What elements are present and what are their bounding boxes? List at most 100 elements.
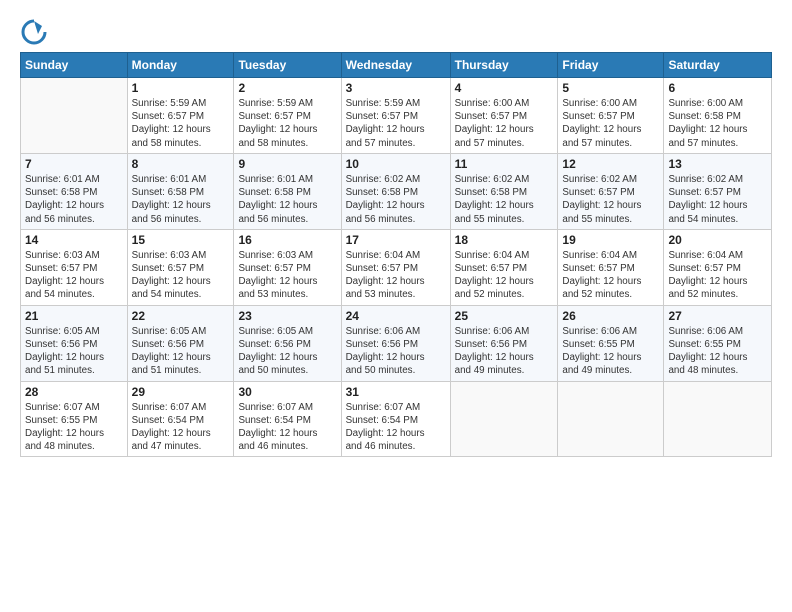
day-number: 25 bbox=[455, 309, 554, 323]
day-info: Sunrise: 6:04 AMSunset: 6:57 PMDaylight:… bbox=[562, 249, 659, 302]
calendar-cell: 24 Sunrise: 6:06 AMSunset: 6:56 PMDayligh… bbox=[341, 305, 450, 381]
day-info: Sunrise: 6:06 AMSunset: 6:55 PMDaylight:… bbox=[668, 325, 767, 378]
day-number: 27 bbox=[668, 309, 767, 323]
day-info: Sunrise: 6:00 AMSunset: 6:58 PMDaylight:… bbox=[668, 97, 767, 150]
calendar-body: 1 Sunrise: 5:59 AMSunset: 6:57 PMDaylight… bbox=[21, 78, 772, 457]
calendar-cell: 6 Sunrise: 6:00 AMSunset: 6:58 PMDaylight… bbox=[664, 78, 772, 154]
day-info: Sunrise: 6:03 AMSunset: 6:57 PMDaylight:… bbox=[238, 249, 336, 302]
calendar-cell: 19 Sunrise: 6:04 AMSunset: 6:57 PMDayligh… bbox=[558, 229, 664, 305]
calendar-cell: 8 Sunrise: 6:01 AMSunset: 6:58 PMDaylight… bbox=[127, 153, 234, 229]
calendar-week-0: 1 Sunrise: 5:59 AMSunset: 6:57 PMDaylight… bbox=[21, 78, 772, 154]
calendar-cell: 2 Sunrise: 5:59 AMSunset: 6:57 PMDaylight… bbox=[234, 78, 341, 154]
day-number: 22 bbox=[132, 309, 230, 323]
page: SundayMondayTuesdayWednesdayThursdayFrid… bbox=[0, 0, 792, 612]
day-info: Sunrise: 6:00 AMSunset: 6:57 PMDaylight:… bbox=[455, 97, 554, 150]
calendar-cell: 16 Sunrise: 6:03 AMSunset: 6:57 PMDayligh… bbox=[234, 229, 341, 305]
day-info: Sunrise: 6:02 AMSunset: 6:57 PMDaylight:… bbox=[562, 173, 659, 226]
calendar-cell: 15 Sunrise: 6:03 AMSunset: 6:57 PMDayligh… bbox=[127, 229, 234, 305]
day-info: Sunrise: 6:07 AMSunset: 6:55 PMDaylight:… bbox=[25, 401, 123, 454]
day-number: 19 bbox=[562, 233, 659, 247]
day-info: Sunrise: 6:04 AMSunset: 6:57 PMDaylight:… bbox=[346, 249, 446, 302]
calendar-week-2: 14 Sunrise: 6:03 AMSunset: 6:57 PMDayligh… bbox=[21, 229, 772, 305]
weekday-header-sunday: Sunday bbox=[21, 53, 128, 78]
calendar-cell: 7 Sunrise: 6:01 AMSunset: 6:58 PMDaylight… bbox=[21, 153, 128, 229]
day-number: 3 bbox=[346, 81, 446, 95]
day-number: 6 bbox=[668, 81, 767, 95]
day-number: 29 bbox=[132, 385, 230, 399]
day-number: 11 bbox=[455, 157, 554, 171]
calendar-cell: 13 Sunrise: 6:02 AMSunset: 6:57 PMDayligh… bbox=[664, 153, 772, 229]
day-number: 8 bbox=[132, 157, 230, 171]
day-number: 2 bbox=[238, 81, 336, 95]
calendar-cell: 5Sunrise: 6:00 AMSunset: 6:57 PMDaylight… bbox=[558, 78, 664, 154]
logo bbox=[20, 18, 52, 46]
day-number: 15 bbox=[132, 233, 230, 247]
day-number: 1 bbox=[132, 81, 230, 95]
day-number: 18 bbox=[455, 233, 554, 247]
day-number: 12 bbox=[562, 157, 659, 171]
day-info: Sunrise: 6:05 AMSunset: 6:56 PMDaylight:… bbox=[25, 325, 123, 378]
calendar-header: SundayMondayTuesdayWednesdayThursdayFrid… bbox=[21, 53, 772, 78]
day-info: Sunrise: 6:06 AMSunset: 6:56 PMDaylight:… bbox=[346, 325, 446, 378]
day-info: Sunrise: 6:04 AMSunset: 6:57 PMDaylight:… bbox=[668, 249, 767, 302]
day-number: 9 bbox=[238, 157, 336, 171]
calendar-cell: 10 Sunrise: 6:02 AMSunset: 6:58 PMDayligh… bbox=[341, 153, 450, 229]
day-info: Sunrise: 6:01 AMSunset: 6:58 PMDaylight:… bbox=[25, 173, 123, 226]
day-number: 7 bbox=[25, 157, 123, 171]
calendar-cell: 31Sunrise: 6:07 AMSunset: 6:54 PMDayligh… bbox=[341, 381, 450, 457]
calendar-cell: 17 Sunrise: 6:04 AMSunset: 6:57 PMDayligh… bbox=[341, 229, 450, 305]
day-info: Sunrise: 6:03 AMSunset: 6:57 PMDaylight:… bbox=[25, 249, 123, 302]
day-number: 28 bbox=[25, 385, 123, 399]
calendar-cell: 26 Sunrise: 6:06 AMSunset: 6:55 PMDayligh… bbox=[558, 305, 664, 381]
calendar-week-3: 21Sunrise: 6:05 AMSunset: 6:56 PMDayligh… bbox=[21, 305, 772, 381]
day-info: Sunrise: 6:05 AMSunset: 6:56 PMDaylight:… bbox=[132, 325, 230, 378]
weekday-header-wednesday: Wednesday bbox=[341, 53, 450, 78]
weekday-header-tuesday: Tuesday bbox=[234, 53, 341, 78]
day-number: 13 bbox=[668, 157, 767, 171]
day-info: Sunrise: 5:59 AMSunset: 6:57 PMDaylight:… bbox=[238, 97, 336, 150]
day-number: 23 bbox=[238, 309, 336, 323]
calendar-table: SundayMondayTuesdayWednesdayThursdayFrid… bbox=[20, 52, 772, 457]
day-number: 4 bbox=[455, 81, 554, 95]
calendar-cell: 12 Sunrise: 6:02 AMSunset: 6:57 PMDayligh… bbox=[558, 153, 664, 229]
calendar-week-4: 28 Sunrise: 6:07 AMSunset: 6:55 PMDayligh… bbox=[21, 381, 772, 457]
calendar-cell: 14 Sunrise: 6:03 AMSunset: 6:57 PMDayligh… bbox=[21, 229, 128, 305]
day-info: Sunrise: 6:06 AMSunset: 6:56 PMDaylight:… bbox=[455, 325, 554, 378]
day-info: Sunrise: 5:59 AMSunset: 6:57 PMDaylight:… bbox=[132, 97, 230, 150]
calendar-cell: 20 Sunrise: 6:04 AMSunset: 6:57 PMDayligh… bbox=[664, 229, 772, 305]
header bbox=[20, 18, 772, 46]
day-number: 14 bbox=[25, 233, 123, 247]
day-info: Sunrise: 6:02 AMSunset: 6:57 PMDaylight:… bbox=[668, 173, 767, 226]
calendar-cell bbox=[558, 381, 664, 457]
calendar-cell: 21Sunrise: 6:05 AMSunset: 6:56 PMDayligh… bbox=[21, 305, 128, 381]
day-info: Sunrise: 6:07 AMSunset: 6:54 PMDaylight:… bbox=[238, 401, 336, 454]
calendar-cell: 4 Sunrise: 6:00 AMSunset: 6:57 PMDaylight… bbox=[450, 78, 558, 154]
day-number: 17 bbox=[346, 233, 446, 247]
day-number: 26 bbox=[562, 309, 659, 323]
calendar-cell: 1 Sunrise: 5:59 AMSunset: 6:57 PMDaylight… bbox=[127, 78, 234, 154]
day-number: 24 bbox=[346, 309, 446, 323]
day-info: Sunrise: 6:03 AMSunset: 6:57 PMDaylight:… bbox=[132, 249, 230, 302]
day-number: 20 bbox=[668, 233, 767, 247]
day-info: Sunrise: 6:02 AMSunset: 6:58 PMDaylight:… bbox=[455, 173, 554, 226]
weekday-header-friday: Friday bbox=[558, 53, 664, 78]
day-info: Sunrise: 6:05 AMSunset: 6:56 PMDaylight:… bbox=[238, 325, 336, 378]
day-info: Sunrise: 6:01 AMSunset: 6:58 PMDaylight:… bbox=[238, 173, 336, 226]
calendar-week-1: 7 Sunrise: 6:01 AMSunset: 6:58 PMDaylight… bbox=[21, 153, 772, 229]
day-info: Sunrise: 6:06 AMSunset: 6:55 PMDaylight:… bbox=[562, 325, 659, 378]
day-info: Sunrise: 6:02 AMSunset: 6:58 PMDaylight:… bbox=[346, 173, 446, 226]
weekday-header-row: SundayMondayTuesdayWednesdayThursdayFrid… bbox=[21, 53, 772, 78]
day-info: Sunrise: 5:59 AMSunset: 6:57 PMDaylight:… bbox=[346, 97, 446, 150]
day-info: Sunrise: 6:04 AMSunset: 6:57 PMDaylight:… bbox=[455, 249, 554, 302]
weekday-header-thursday: Thursday bbox=[450, 53, 558, 78]
day-number: 16 bbox=[238, 233, 336, 247]
day-number: 31 bbox=[346, 385, 446, 399]
calendar-cell bbox=[450, 381, 558, 457]
calendar-cell: 28 Sunrise: 6:07 AMSunset: 6:55 PMDayligh… bbox=[21, 381, 128, 457]
calendar-cell: 9 Sunrise: 6:01 AMSunset: 6:58 PMDaylight… bbox=[234, 153, 341, 229]
calendar-cell bbox=[21, 78, 128, 154]
day-number: 10 bbox=[346, 157, 446, 171]
day-number: 5 bbox=[562, 81, 659, 95]
calendar-cell: 30Sunrise: 6:07 AMSunset: 6:54 PMDayligh… bbox=[234, 381, 341, 457]
day-info: Sunrise: 6:01 AMSunset: 6:58 PMDaylight:… bbox=[132, 173, 230, 226]
